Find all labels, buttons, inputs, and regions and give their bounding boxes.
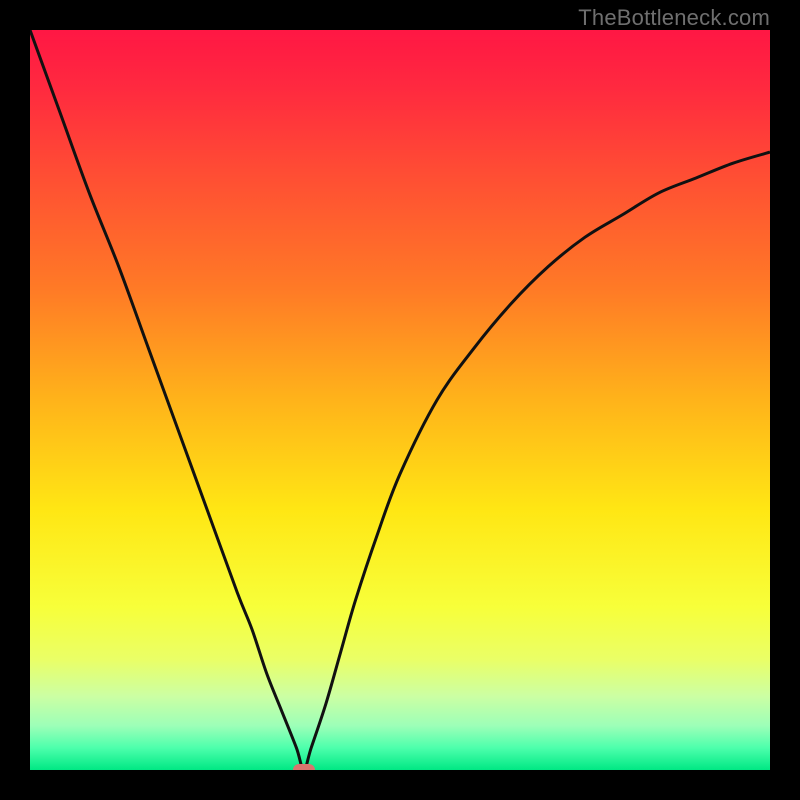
chart-stage: TheBottleneck.com	[0, 0, 800, 800]
plot-area	[30, 30, 770, 770]
optimum-marker	[293, 764, 315, 770]
attribution-label: TheBottleneck.com	[578, 5, 770, 31]
bottleneck-curve	[30, 30, 770, 770]
curve-path	[30, 30, 770, 770]
